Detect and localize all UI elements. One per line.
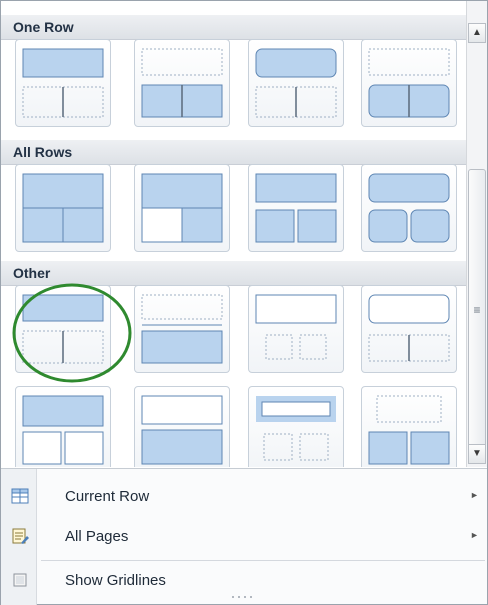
layout-preview-icon	[368, 48, 450, 118]
table-grid-icon	[11, 488, 29, 504]
resize-grip-icon[interactable]	[229, 593, 259, 601]
pages-edit-icon	[12, 528, 29, 544]
menu-item-label: All Pages	[65, 528, 129, 545]
layout-tile-all-rows-layout-3[interactable]	[248, 164, 344, 252]
checkbox-icon[interactable]	[11, 571, 29, 589]
layout-tile-all-rows-layout-4[interactable]	[361, 164, 457, 252]
layout-tile-other-layout-7[interactable]	[248, 386, 344, 467]
layout-gallery: One Row All Rows Other	[1, 1, 466, 467]
layout-preview-icon	[255, 48, 337, 118]
layout-tile-other-layout-8[interactable]	[361, 386, 457, 467]
layout-preview-icon	[255, 294, 337, 360]
layout-preview-icon	[368, 395, 450, 465]
layout-preview-icon	[22, 173, 104, 243]
layout-tile-other-layout-4[interactable]	[361, 285, 457, 373]
menu-items: Current Row ► All Pages ► Show Gridlines	[1, 468, 487, 605]
layout-preview-icon	[256, 396, 336, 461]
layout-preview-icon	[255, 173, 337, 243]
layout-tile-other-layout-3[interactable]	[248, 285, 344, 373]
table-layout-dropdown: One Row All Rows Other ▲ ≡ ▼ Current Row…	[0, 0, 488, 605]
layout-tile-other-layout-2[interactable]	[134, 285, 230, 373]
submenu-arrow-icon: ►	[470, 490, 479, 500]
layout-tile-one-row-layout-4[interactable]	[361, 39, 457, 127]
menu-item-label: Current Row	[65, 488, 150, 505]
layout-tile-one-row-layout-3[interactable]	[248, 39, 344, 127]
layout-tile-other-layout-6[interactable]	[134, 386, 230, 467]
layout-tile-all-rows-layout-1[interactable]	[15, 164, 111, 252]
layout-preview-icon	[141, 173, 223, 243]
layout-preview-icon	[22, 48, 104, 118]
layout-tile-one-row-layout-1[interactable]	[15, 39, 111, 127]
layout-tile-one-row-layout-2[interactable]	[134, 39, 230, 127]
menu-separator	[41, 560, 485, 561]
layout-preview-icon	[368, 173, 450, 243]
scrollbar-thumb[interactable]: ≡	[468, 169, 486, 457]
highlight-circle-annotation	[12, 283, 132, 383]
layout-preview-icon	[141, 48, 223, 118]
menu-item-label: Show Gridlines	[65, 572, 166, 589]
scroll-down-button[interactable]: ▼	[468, 444, 486, 464]
layout-tile-other-layout-5[interactable]	[15, 386, 111, 467]
layout-tile-all-rows-layout-2[interactable]	[134, 164, 230, 252]
menu-item-all-pages[interactable]: All Pages ►	[1, 519, 487, 554]
gallery-scrollbar[interactable]: ▲ ≡ ▼	[466, 1, 487, 467]
submenu-arrow-icon: ►	[470, 530, 479, 540]
layout-preview-icon	[141, 294, 223, 364]
scroll-up-button[interactable]: ▲	[468, 23, 486, 43]
grip-icon: ≡	[473, 303, 481, 317]
layout-preview-icon	[368, 294, 450, 362]
menu-item-current-row[interactable]: Current Row ►	[1, 479, 487, 514]
section-header-all-rows: All Rows	[1, 139, 466, 165]
layout-preview-icon	[141, 395, 223, 465]
section-header-one-row: One Row	[1, 14, 466, 40]
layout-preview-icon	[22, 395, 104, 465]
